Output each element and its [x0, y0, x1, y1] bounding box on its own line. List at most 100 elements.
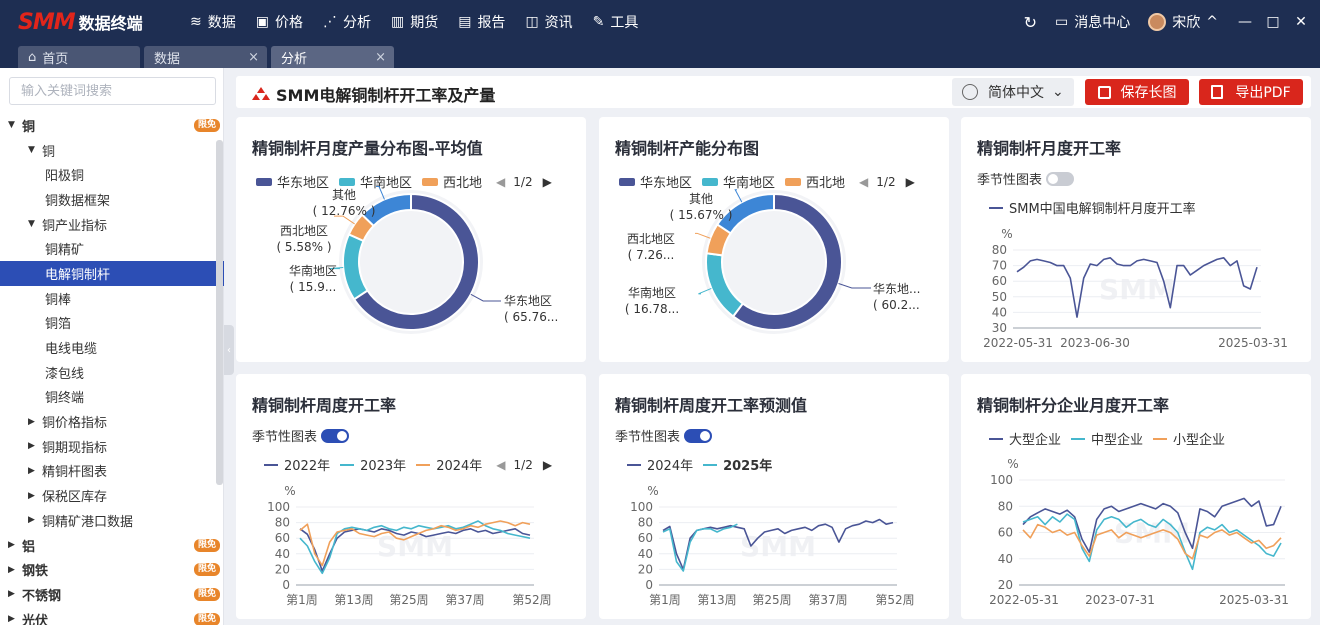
y-tick-label: 80 [992, 243, 1007, 257]
y-tick-label: 40 [275, 547, 290, 561]
sidebar-item-label: 铜期现指标 [42, 440, 108, 456]
x-tick-label: 第13周 [334, 593, 373, 607]
sidebar-item[interactable]: ▶ 铜精矿港口数据 [0, 508, 224, 533]
sidebar-item[interactable]: 漆包线 [0, 360, 224, 385]
user-menu[interactable]: 宋欣 ^ [1148, 12, 1218, 32]
sidebar-item[interactable]: ▼ 铜 限免 [0, 113, 224, 138]
nav-item-label: 工具 [610, 15, 639, 31]
refresh-icon[interactable]: ↻ [1024, 13, 1037, 32]
page-header: SMM电解铜制杆开工率及产量 简体中文 ⌄ 保存长图 导出PDF [236, 76, 1311, 108]
nav-item-1[interactable]: ▣ 价格 [246, 0, 313, 44]
close-icon[interactable]: × [248, 50, 259, 65]
x-tick-label: 2025-03-31 [1218, 336, 1288, 350]
sidebar-item[interactable]: ▶ 保税区库存 [0, 483, 224, 508]
sidebar-item[interactable]: ▶ 不锈钢 限免 [0, 582, 224, 607]
y-tick-label: 60 [998, 526, 1013, 540]
nav-item-2[interactable]: ⋰ 分析 [313, 0, 381, 44]
sidebar-item[interactable]: 铜数据框架 [0, 187, 224, 212]
pie-leader-line [838, 283, 871, 289]
sidebar-item[interactable]: 电线电缆 [0, 335, 224, 360]
tab-home[interactable]: ⌂ 首页 [18, 46, 140, 68]
free-badge: 限免 [193, 563, 220, 577]
chevron-up-icon: ^ [1206, 14, 1218, 30]
sidebar-item-label: 漆包线 [45, 366, 85, 382]
sidebar-item[interactable]: ▶ 铜期现指标 [0, 434, 224, 459]
line-chart: SMM% 30 4050 6070 80 2022-05-31 2023-06-30 2025… [983, 227, 1288, 350]
minimize-button[interactable]: — [1236, 14, 1254, 30]
sidebar-item[interactable]: 铜精矿 [0, 236, 224, 261]
app-logo[interactable]: SMM 数据终端 [0, 0, 180, 44]
y-axis-unit: % [284, 484, 295, 498]
nav-item-5[interactable]: ◫ 资讯 [515, 0, 582, 44]
sidebar-item[interactable]: 电解铜制杆 [0, 261, 224, 286]
close-window-button[interactable]: ✕ [1292, 14, 1310, 30]
sidebar-scrollbar[interactable] [216, 140, 223, 485]
sidebar-item[interactable]: ▼ 铜 [0, 138, 224, 163]
caret-down-icon: ▼ [8, 120, 15, 131]
maximize-button[interactable]: □ [1264, 14, 1282, 30]
nav-item-3[interactable]: ▥ 期货 [381, 0, 448, 44]
export-pdf-button[interactable]: 导出PDF [1199, 79, 1303, 105]
chart-card-capacity-distribution: 精铜制杆产能分布图 华东地区 华南地区 西北地 ◀ 1/2 ▶ 华东地...( 60… [599, 117, 949, 362]
sidebar-item-label: 保税区库存 [42, 490, 108, 506]
line-chart: SMM%020406080100第1周 第13周 第25周 第37周 第52周 [267, 484, 552, 607]
nav-item-0[interactable]: ≋ 数据 [180, 0, 246, 44]
sidebar-item[interactable]: ▶ 精铜杆图表 [0, 459, 224, 484]
report-icon: ▤ [458, 14, 472, 30]
nav-item-6[interactable]: ✎ 工具 [583, 0, 649, 44]
pie-label: 华南地区 [628, 285, 676, 300]
tab-home-label: 首页 [42, 51, 69, 67]
pdf-icon [1211, 85, 1224, 99]
save-icon [1097, 85, 1111, 99]
y-tick-label: 60 [275, 531, 290, 545]
nav-item-label: 分析 [342, 15, 371, 31]
sidebar-item[interactable]: ▶ 铜价格指标 [0, 409, 224, 434]
sidebar-item-label: 钢铁 [22, 564, 49, 580]
message-center-button[interactable]: ▭ 消息中心 [1055, 12, 1130, 32]
save-image-button[interactable]: 保存长图 [1085, 79, 1189, 105]
free-badge: 限免 [193, 538, 220, 552]
sidebar-item[interactable]: ▶ 铝 限免 [0, 533, 224, 558]
sidebar-item[interactable]: ▶ 光伏 限免 [0, 607, 224, 625]
avatar [1148, 13, 1167, 31]
nav-item-4[interactable]: ▤ 报告 [448, 0, 515, 44]
y-axis-unit: % [1007, 457, 1018, 471]
tab-data-label: 数据 [154, 51, 181, 67]
sidebar-item-label: 铜箔 [45, 317, 72, 333]
globe-icon [962, 84, 978, 100]
sidebar-item[interactable]: ▶ 钢铁 限免 [0, 557, 224, 582]
sidebar-item[interactable]: 铜棒 [0, 286, 224, 311]
pie-label: 华南地区 [289, 263, 337, 278]
message-icon: ▭ [1055, 14, 1069, 30]
watermark: SMM [1099, 273, 1175, 306]
bar-chart-icon: ▥ [390, 14, 405, 30]
export-pdf-label: 导出PDF [1235, 85, 1291, 101]
language-select[interactable]: 简体中文 ⌄ [952, 78, 1074, 106]
y-tick-label: 70 [992, 259, 1007, 273]
pie-label: 华东地区 [504, 294, 552, 308]
search-input[interactable] [9, 77, 216, 105]
pie-label: 华东地... [873, 282, 920, 296]
pie-chart: 华东地... ( 60.2... 华南地区 ( 16.78... 西北地区 ( 7.26.… [625, 189, 920, 334]
sidebar-item-label: 阳极铜 [45, 169, 85, 185]
close-icon[interactable]: × [375, 50, 386, 65]
caret-right-icon: ▶ [28, 465, 35, 476]
tab-analysis[interactable]: 分析 × [271, 46, 394, 68]
sidebar-collapse-handle[interactable]: ‹ [224, 325, 234, 375]
sidebar-item[interactable]: ▼ 铜产业指标 [0, 212, 224, 237]
pie-value-label: ( 7.26... [628, 248, 675, 262]
pie-value-label: ( 15.67% ) [670, 208, 733, 222]
pie-value-label: ( 60.2... [873, 298, 920, 312]
nav-item-label: 报告 [477, 15, 506, 31]
home-icon: ⌂ [28, 49, 37, 65]
caret-right-icon: ▶ [8, 564, 15, 575]
top-bar: SMM 数据终端 ≋ 数据 ▣ 价格 ⋰ 分析 ▥ 期货 ▤ 报告 ◫ 资讯 ✎ 工具 ↻ ▭ 消息中心 … [0, 0, 1320, 44]
sidebar-item[interactable]: 铜箔 [0, 311, 224, 336]
logo-brand: SMM [18, 9, 76, 35]
sidebar-item[interactable]: 阳极铜 [0, 162, 224, 187]
tab-data[interactable]: 数据 × [144, 46, 267, 68]
y-tick-label: 80 [275, 516, 290, 530]
free-badge: 限免 [193, 119, 220, 132]
sidebar-item[interactable]: 铜终端 [0, 385, 224, 410]
y-tick-label: 20 [638, 562, 653, 576]
